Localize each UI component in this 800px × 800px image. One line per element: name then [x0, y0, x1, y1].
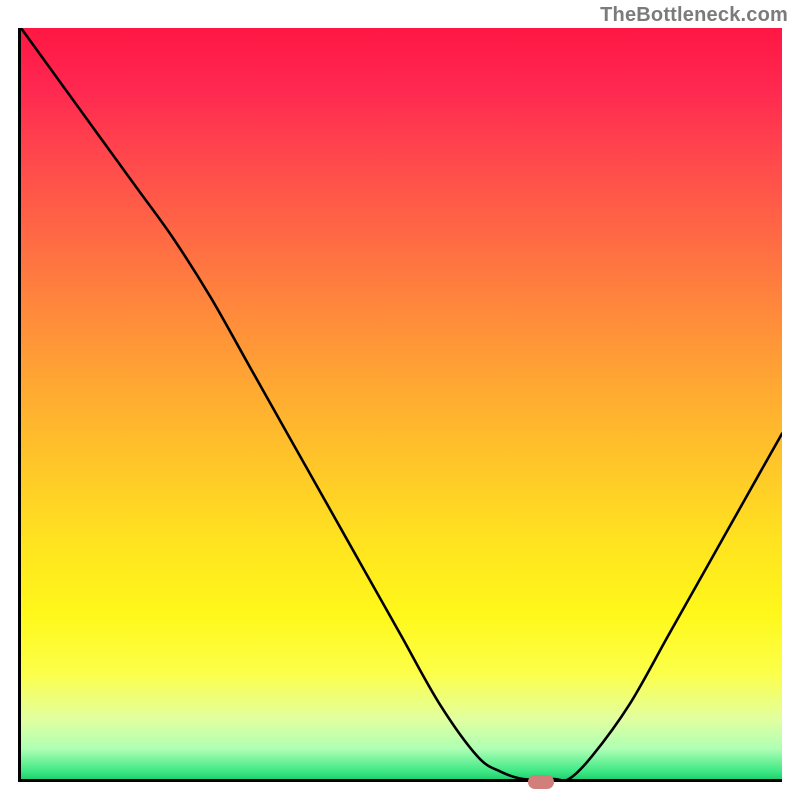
chart-container: TheBottleneck.com [0, 0, 800, 800]
bottleneck-curve [21, 28, 782, 779]
watermark-text: TheBottleneck.com [600, 4, 788, 27]
plot-area [18, 28, 782, 782]
optimal-marker [528, 775, 554, 789]
